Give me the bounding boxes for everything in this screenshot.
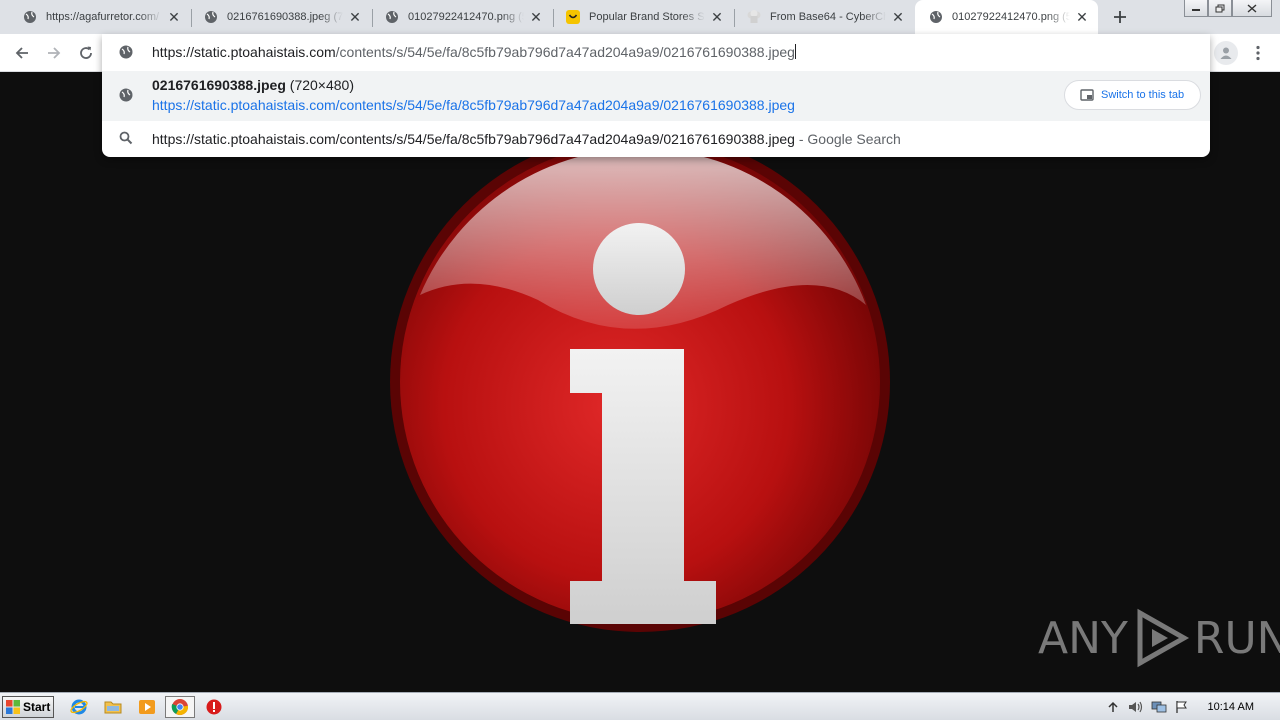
globe-icon xyxy=(203,9,219,25)
chrome-icon[interactable] xyxy=(165,696,195,718)
globe-icon xyxy=(119,88,133,102)
suggestion-url: https://static.ptoahaistais.com/contents… xyxy=(152,97,795,113)
tab-5[interactable]: From Base64 - CyberChef ✕ xyxy=(726,0,914,34)
tab-title: 0216761690388.jpeg (720×480) xyxy=(227,11,343,23)
windows-flag-icon xyxy=(6,700,20,714)
tab-2[interactable]: 0216761690388.jpeg (720×480) ✕ xyxy=(183,0,371,34)
url-path: /contents/s/54/5e/fa/8c5fb79ab796d7a47ad… xyxy=(335,44,795,60)
minimize-icon xyxy=(1192,9,1200,11)
close-icon[interactable]: ✕ xyxy=(1074,9,1090,25)
smiley-icon xyxy=(565,9,581,25)
switch-to-tab-label: Switch to this tab xyxy=(1101,89,1185,101)
plus-icon xyxy=(1114,11,1126,23)
close-icon[interactable]: ✕ xyxy=(890,9,906,25)
switch-to-tab-button[interactable]: Switch to this tab xyxy=(1064,80,1201,110)
close-icon[interactable]: ✕ xyxy=(166,9,182,25)
tab-title: 01027922412470.png (512×512) xyxy=(952,11,1070,23)
reload-button[interactable] xyxy=(72,39,100,67)
watermark-text-any: ANY xyxy=(1038,612,1128,664)
page-content: ANY RUN xyxy=(0,72,1280,692)
restore-icon xyxy=(1215,4,1225,12)
watermark: ANY RUN xyxy=(1038,607,1280,669)
forward-button[interactable] xyxy=(40,39,68,67)
url-host: https://static.ptoahaistais.com xyxy=(152,44,336,60)
address-bar[interactable]: https://static.ptoahaistais.com/contents… xyxy=(102,34,1210,71)
tab-strip: https://agafurretor.com/ ✕ 0216761690388… xyxy=(0,0,1280,34)
more-vert-icon xyxy=(1256,45,1260,61)
volume-icon[interactable] xyxy=(1127,698,1145,716)
search-suggestion-text: https://static.ptoahaistais.com/contents… xyxy=(152,131,901,147)
suggestion-title: 0216761690388.jpeg (720×480) xyxy=(152,77,354,93)
tab-title: 01027922412470.png (512×512) xyxy=(408,11,524,23)
chrome-menu-button[interactable] xyxy=(1248,41,1268,65)
watermark-text-run: RUN xyxy=(1193,612,1280,664)
close-icon[interactable]: ✕ xyxy=(528,9,544,25)
switch-tab-icon xyxy=(1080,89,1094,101)
windows-taskbar: Start 10:14 AM xyxy=(0,692,1280,720)
internet-explorer-icon[interactable] xyxy=(68,697,90,717)
reload-icon xyxy=(80,46,92,59)
start-button[interactable]: Start xyxy=(2,696,54,718)
globe-icon xyxy=(119,45,133,59)
taskbar-clock[interactable]: 10:14 AM xyxy=(1208,701,1254,713)
address-input[interactable]: https://static.ptoahaistais.com/contents… xyxy=(152,44,796,60)
minimize-button[interactable] xyxy=(1184,0,1208,17)
close-icon[interactable]: ✕ xyxy=(709,9,725,25)
tab-title: Popular Brand Stores Sale xyxy=(589,11,705,23)
show-hidden-icons-icon[interactable] xyxy=(1104,698,1122,716)
red-info-icon xyxy=(390,132,890,632)
window-controls xyxy=(1184,0,1272,18)
back-button[interactable] xyxy=(8,39,36,67)
search-icon xyxy=(119,131,133,145)
avatar-icon xyxy=(1220,47,1232,59)
globe-icon xyxy=(928,9,944,25)
network-icon[interactable] xyxy=(1150,698,1168,716)
suggestion-search[interactable]: https://static.ptoahaistais.com/contents… xyxy=(102,121,1210,157)
action-center-flag-icon[interactable] xyxy=(1173,698,1191,716)
globe-icon xyxy=(384,9,400,25)
tab-title: https://agafurretor.com/ xyxy=(46,11,160,23)
chef-hat-icon xyxy=(746,9,762,25)
arrow-right-icon xyxy=(48,47,61,59)
start-label: Start xyxy=(23,700,51,714)
close-icon[interactable]: ✕ xyxy=(347,9,363,25)
play-logo-icon xyxy=(1137,608,1189,668)
tab-4[interactable]: Popular Brand Stores Sale ✕ xyxy=(545,0,733,34)
tab-title: From Base64 - CyberChef xyxy=(770,11,886,23)
media-player-icon[interactable] xyxy=(136,697,158,717)
system-tray: 10:14 AM xyxy=(1104,693,1280,720)
tab-1[interactable]: https://agafurretor.com/ ✕ xyxy=(2,0,190,34)
close-window-button[interactable] xyxy=(1232,0,1272,17)
globe-icon xyxy=(22,9,38,25)
text-caret xyxy=(794,44,796,59)
omnibox-dropdown: https://static.ptoahaistais.com/contents… xyxy=(102,34,1210,157)
stop-icon[interactable] xyxy=(203,697,225,717)
tab-6-active[interactable]: 01027922412470.png (512×512) ✕ xyxy=(915,0,1098,34)
folder-icon[interactable] xyxy=(102,697,124,717)
restore-button[interactable] xyxy=(1208,0,1232,17)
suggestion-tab-match[interactable]: 0216761690388.jpeg (720×480) https://sta… xyxy=(102,71,1210,121)
tab-3[interactable]: 01027922412470.png (512×512) ✕ xyxy=(364,0,552,34)
close-icon xyxy=(1247,3,1257,13)
new-tab-button[interactable] xyxy=(1108,5,1132,29)
arrow-left-icon xyxy=(15,47,28,59)
profile-avatar-button[interactable] xyxy=(1214,41,1238,65)
